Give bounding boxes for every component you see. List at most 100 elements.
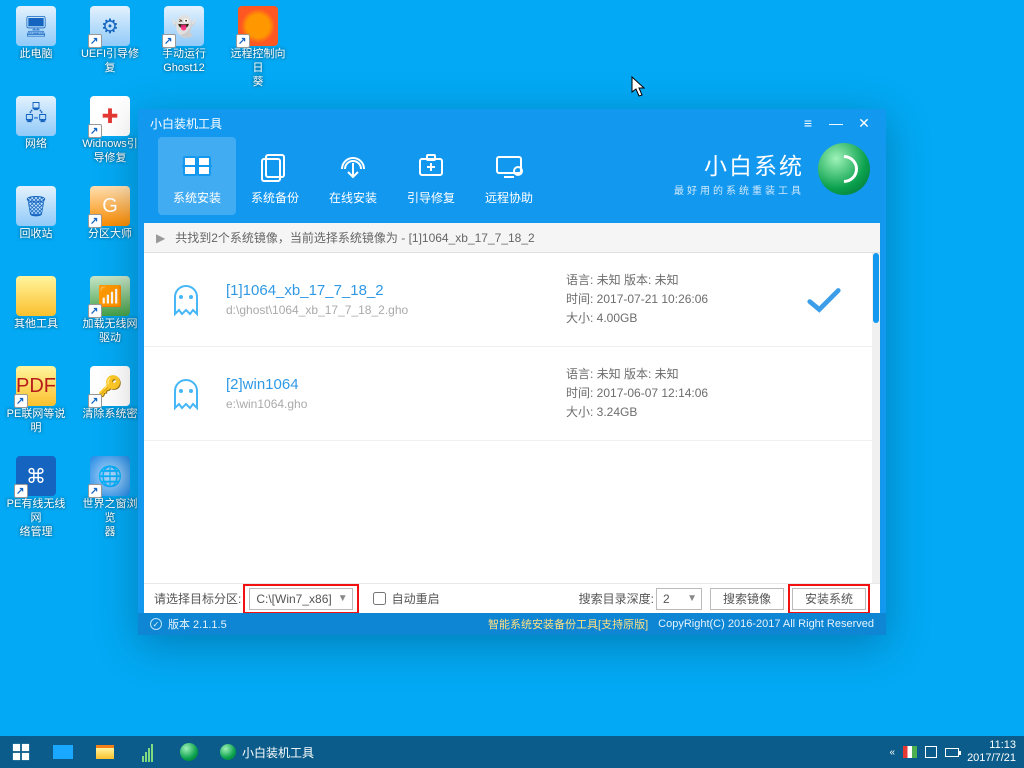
brand-text: 小白系统 最好用的系统重装工具 (674, 137, 804, 197)
tray-pc-icon[interactable] (925, 746, 937, 758)
bin-icon: 🗑 (16, 186, 56, 226)
content-scrollbar[interactable] (872, 253, 880, 587)
desktop-icon-label: Widnows引导修复 (82, 137, 138, 165)
desktop-icon-label: UEFI引导修复 (78, 47, 142, 75)
desktop-icon-winboot[interactable]: ✚Widnows引导修复 (78, 96, 142, 165)
tab-bootfix[interactable]: 引导修复 (392, 137, 470, 215)
desktop-icon-uefi[interactable]: ⚙UEFI引导修复 (78, 6, 142, 75)
desktop-icon-label: 清除系统密 (83, 407, 138, 421)
ghost-icon (164, 372, 208, 416)
image-size: 大小: 4.00GB (566, 309, 796, 328)
image-title: [2]win1064 (226, 376, 566, 393)
image-item[interactable]: [1]1064_xb_17_7_18_2 d:\ghost\1064_xb_17_… (144, 253, 872, 347)
desktop-icon-label: 分区大师 (88, 227, 132, 241)
tab-label: 在线安装 (329, 189, 377, 206)
infobar-text: 共找到2个系统镜像，当前选择系统镜像为 - [1]1064_xb_17_7_18… (175, 229, 534, 246)
start-button[interactable] (0, 736, 42, 768)
depth-select[interactable]: 2 ▼ (656, 588, 702, 610)
desktop-icon-network[interactable]: 🖧网络 (4, 96, 68, 151)
taskbar-signal-icon[interactable] (126, 736, 168, 768)
tab-backup[interactable]: 系统备份 (236, 137, 314, 215)
desktop-icon-label: 加载无线网驱动 (83, 317, 138, 345)
image-path: d:\ghost\1064_xb_17_7_18_2.gho (226, 303, 566, 317)
desktop-icon-label: 此电脑 (20, 47, 53, 61)
image-time: 时间: 2017-06-07 12:14:06 (566, 384, 796, 403)
tray-battery-icon[interactable] (945, 748, 959, 757)
desktop-icon-recyclebin[interactable]: 🗑回收站 (4, 186, 68, 241)
caret-down-icon: ▼ (687, 593, 697, 604)
tab-label: 系统备份 (251, 189, 299, 206)
image-path: e:\win1064.gho (226, 397, 566, 411)
check-icon: ✓ (150, 618, 162, 630)
taskbar-taskview[interactable] (42, 736, 84, 768)
infobar: ▶ 共找到2个系统镜像，当前选择系统镜像为 - [1]1064_xb_17_7_… (144, 223, 880, 253)
desktop-icon-clearpwd[interactable]: 🔑清除系统密 (78, 366, 142, 421)
auto-reboot-label: 自动重启 (392, 590, 440, 607)
tray-clock[interactable]: 11:13 2017/7/21 (967, 739, 1016, 765)
globe-icon: 🌐 (90, 456, 130, 496)
minimize-button[interactable]: — (822, 109, 850, 137)
desktop-icon-wifidriver[interactable]: 📶加载无线网驱动 (78, 276, 142, 345)
tray-flag-icon[interactable] (903, 746, 917, 758)
image-lang: 语言: 未知 版本: 未知 (566, 271, 796, 290)
image-lang: 语言: 未知 版本: 未知 (566, 365, 796, 384)
app-window: 小白装机工具 ≡ — ✕ 系统安装 系统备份 在线安装 引导修复 远程协助 小白系统 最… (138, 109, 886, 635)
desktop-icon-othertools[interactable]: 其他工具 (4, 276, 68, 331)
image-time: 时间: 2017-07-21 10:26:06 (566, 290, 796, 309)
tab-online[interactable]: 在线安装 (314, 137, 392, 215)
product-label: 智能系统安装备份工具[支持原版] (488, 616, 648, 632)
desktop-icon-lan[interactable]: ⌘PE有线无线网络管理 (4, 456, 68, 539)
copyright-label: CopyRight(C) 2016-2017 All Right Reserve… (658, 618, 874, 630)
lan-icon: ⌘ (16, 456, 56, 496)
desktop-icon-sunflower[interactable]: 远程控制向日葵 (226, 6, 290, 89)
desktop-icon-label: 手动运行Ghost12 (162, 47, 206, 75)
desktop-icon-browser[interactable]: 🌐世界之窗浏览器 (78, 456, 142, 539)
window-title: 小白装机工具 (150, 115, 222, 132)
network-icon: 🖧 (16, 96, 56, 136)
system-tray: « 11:13 2017/7/21 (890, 736, 1024, 768)
depth-label: 搜索目录深度: (579, 590, 654, 607)
version-label: 版本 2.1.1.5 (168, 616, 227, 632)
desktop-icon-label: 远程控制向日葵 (226, 47, 290, 89)
brand-primary: 小白系统 (704, 147, 804, 181)
tab-label: 引导修复 (407, 189, 455, 206)
titlebar: 小白装机工具 ≡ — ✕ (138, 109, 886, 137)
mycomputer-icon: 🖥 (16, 6, 56, 46)
tab-remote[interactable]: 远程协助 (470, 137, 548, 215)
taskbar-explorer[interactable] (84, 736, 126, 768)
folder-icon (16, 276, 56, 316)
caret-down-icon: ▼ (338, 593, 348, 604)
ghost-icon: 👻 (164, 6, 204, 46)
auto-reboot-checkbox[interactable] (373, 592, 386, 605)
brand-secondary: 最好用的系统重装工具 (674, 182, 804, 197)
install-system-button[interactable]: 安装系统 (792, 588, 866, 610)
key-icon: 🔑 (90, 366, 130, 406)
tray-chevron-icon[interactable]: « (890, 747, 896, 758)
statusbar: ✓ 版本 2.1.1.5 智能系统安装备份工具[支持原版] CopyRight(… (138, 613, 886, 635)
image-selected-check (796, 285, 852, 315)
image-list: [1]1064_xb_17_7_18_2 d:\ghost\1064_xb_17_… (144, 253, 872, 587)
tab-label: 系统安装 (173, 189, 221, 206)
desktop-icon-label: 回收站 (20, 227, 53, 241)
tab-label: 远程协助 (485, 189, 533, 206)
bottom-bar: 请选择目标分区: C:\[Win7_x86] ▼ 自动重启 搜索目录深度: 2 … (144, 583, 880, 613)
close-button[interactable]: ✕ (850, 109, 878, 137)
image-item[interactable]: [2]win1064 e:\win1064.gho语言: 未知 版本: 未知时间:… (144, 347, 872, 441)
partition-select[interactable]: C:\[Win7_x86] ▼ (249, 588, 352, 610)
sunflower-icon (238, 6, 278, 46)
image-title: [1]1064_xb_17_7_18_2 (226, 282, 566, 299)
taskbar-app-icon[interactable] (168, 736, 210, 768)
content-area: ▶ 共找到2个系统镜像，当前选择系统镜像为 - [1]1064_xb_17_7_… (144, 223, 880, 587)
ghost-icon (164, 278, 208, 322)
image-size: 大小: 3.24GB (566, 403, 796, 422)
desktop-icon-mycomputer[interactable]: 🖥此电脑 (4, 6, 68, 61)
search-image-button[interactable]: 搜索镜像 (710, 588, 784, 610)
menu-button[interactable]: ≡ (794, 109, 822, 137)
desktop-icon-diskmaster[interactable]: G分区大师 (78, 186, 142, 241)
tab-install[interactable]: 系统安装 (158, 137, 236, 215)
firstaid-icon: ✚ (90, 96, 130, 136)
desktop-icon-pdfhelp[interactable]: PDFPE联网等说明 (4, 366, 68, 435)
desktop-icon-ghost[interactable]: 👻手动运行Ghost12 (152, 6, 216, 75)
desktop-icon-label: PE有线无线网络管理 (4, 497, 68, 539)
taskbar-running-app[interactable]: 小白装机工具 (210, 736, 324, 768)
